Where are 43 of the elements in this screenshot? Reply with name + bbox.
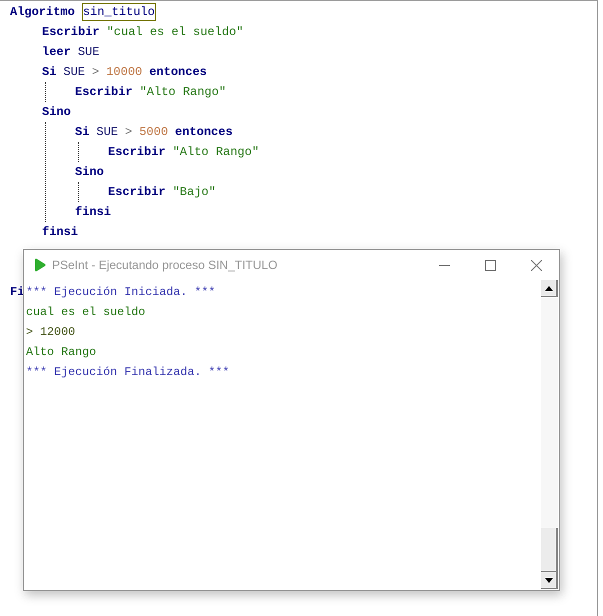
scroll-thumb[interactable]: [541, 528, 558, 572]
keyword: Si: [42, 64, 56, 81]
number-literal: 10000: [106, 64, 142, 81]
console-line: *** Ejecución Iniciada. ***: [26, 284, 216, 301]
keyword: finsi: [75, 204, 112, 221]
keyword: Sino: [42, 104, 71, 121]
variable: SUE: [78, 44, 100, 61]
string-literal: "Alto Rango": [140, 84, 226, 101]
string-literal: "Alto Rango": [172, 144, 260, 161]
keyword: Escribir: [42, 24, 100, 41]
app-logo-icon: [34, 258, 46, 272]
string-literal: "Bajo": [172, 184, 216, 201]
keyword: Escribir: [75, 84, 133, 101]
keyword: Sino: [75, 164, 104, 181]
console-line: > 12000: [26, 324, 76, 341]
close-icon: [530, 260, 542, 270]
keyword: entonces: [175, 124, 233, 141]
keyword: Escribir: [108, 184, 166, 201]
minimize-icon: [438, 264, 450, 266]
keyword: finsi: [42, 224, 78, 241]
keyword: entonces: [149, 64, 207, 81]
operator: >: [125, 124, 132, 141]
window-title: PSeInt - Ejecutando proceso SIN_TITULO: [52, 257, 278, 274]
maximize-icon: [484, 260, 496, 270]
number-literal: 5000: [139, 124, 168, 141]
string-literal: "cual es el sueldo": [106, 24, 244, 41]
keyword: Algoritmo: [10, 4, 75, 21]
operator: >: [92, 64, 100, 81]
console-line: cual es el sueldo: [26, 304, 146, 321]
up-arrow-icon: [544, 286, 552, 290]
down-arrow-icon: [544, 578, 552, 582]
algorithm-name: sin_titulo: [82, 3, 156, 21]
keyword: Escribir: [108, 144, 166, 161]
scrollbar[interactable]: [541, 280, 558, 589]
keyword: Si: [75, 124, 90, 141]
keyword: Fi: [10, 284, 24, 301]
console-line: *** Ejecución Finalizada. ***: [26, 364, 230, 381]
keyword: leer: [42, 44, 71, 61]
scroll-down-button[interactable]: [541, 572, 558, 589]
scroll-up-button[interactable]: [541, 280, 558, 297]
variable: SUE: [63, 64, 86, 81]
console-line: Alto Rango: [26, 344, 96, 361]
variable: SUE: [96, 124, 118, 141]
